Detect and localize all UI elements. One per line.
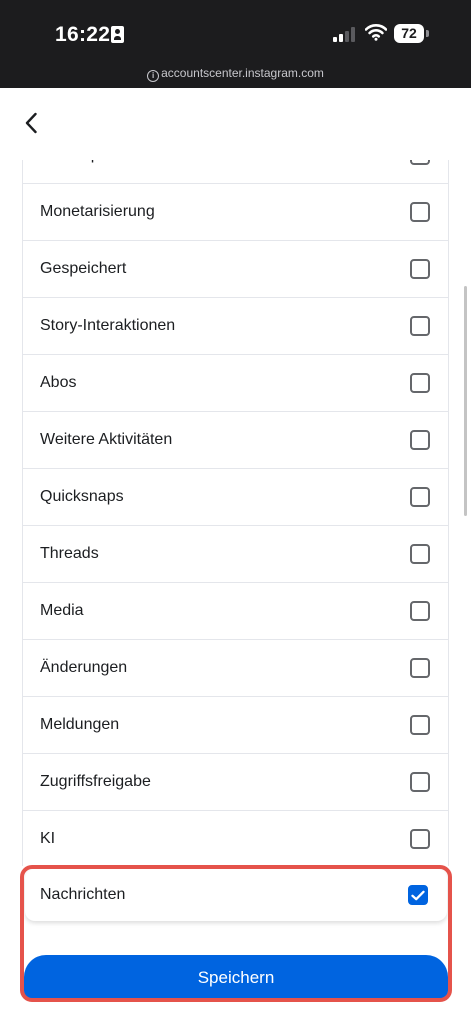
checkbox-checked[interactable] — [408, 885, 428, 905]
status-time: 16:22 — [55, 23, 111, 46]
list-item-label: Media — [40, 602, 84, 619]
status-bar: 16:22 72 i accountscenter.instagram.com — [0, 0, 471, 88]
url-bar[interactable]: i accountscenter.instagram.com — [0, 66, 471, 82]
list-item-label: Gespeichert — [40, 260, 127, 277]
list-item-label: Nachrichten — [40, 886, 126, 903]
checkbox[interactable] — [410, 658, 430, 678]
list-item-label: Threads — [40, 545, 99, 562]
list-item-label: Weitere Aktivitäten — [40, 431, 173, 448]
category-list[interactable]: Meta Spark Monetarisierung Gespeichert Stor… — [22, 160, 449, 866]
id-card-icon — [111, 26, 124, 43]
list-item-label: Monetarisierung — [40, 203, 155, 220]
checkbox[interactable] — [410, 487, 430, 507]
save-button[interactable]: Speichern — [24, 955, 448, 1001]
list-item-weitere-aktivitäten[interactable]: Weitere Aktivitäten — [23, 412, 448, 469]
list-item-label: Zugriffsfreigabe — [40, 773, 151, 790]
category-list-inner: Meta Spark Monetarisierung Gespeichert Stor… — [22, 160, 449, 866]
list-item-label: KI — [40, 830, 56, 847]
cellular-signal-icon — [333, 26, 357, 42]
wifi-icon — [365, 24, 387, 41]
checkbox[interactable] — [410, 373, 430, 393]
list-item-story-interaktionen[interactable]: Story-Interaktionen — [23, 298, 448, 355]
checkbox[interactable] — [410, 772, 430, 792]
chevron-left-icon — [25, 112, 37, 134]
checkbox[interactable] — [410, 316, 430, 336]
list-item-zugriffsfreigabe[interactable]: Zugriffsfreigabe — [23, 754, 448, 811]
url-text: accountscenter.instagram.com — [161, 66, 324, 80]
battery-icon: 72 — [394, 24, 424, 43]
checkbox[interactable] — [410, 259, 430, 279]
checkmark-icon — [411, 890, 425, 900]
list-item-abos[interactable]: Abos — [23, 355, 448, 412]
list-item-threads[interactable]: Threads — [23, 526, 448, 583]
list-item-gespeichert[interactable]: Gespeichert — [23, 241, 448, 298]
checkbox[interactable] — [410, 160, 430, 165]
list-item-label: Story-Interaktionen — [40, 317, 176, 334]
list-item-label: Abos — [40, 374, 77, 391]
checkbox[interactable] — [410, 202, 430, 222]
list-item-quicksnaps[interactable]: Quicksnaps — [23, 469, 448, 526]
list-item-label: Quicksnaps — [40, 488, 124, 505]
list-item-label: Meldungen — [40, 716, 120, 733]
checkbox[interactable] — [410, 430, 430, 450]
checkbox[interactable] — [410, 544, 430, 564]
list-item-monetarisierung[interactable]: Monetarisierung — [23, 184, 448, 241]
info-icon: i — [147, 70, 160, 82]
checkbox[interactable] — [410, 601, 430, 621]
list-item-ki[interactable]: KI — [23, 811, 448, 866]
list-item-nachrichten[interactable]: Nachrichten — [25, 869, 447, 921]
list-item-meta-spark[interactable]: Meta Spark — [23, 160, 448, 184]
list-item-label: Änderungen — [40, 659, 128, 676]
back-button[interactable] — [14, 106, 48, 140]
battery-cap — [426, 30, 429, 37]
list-item-änderungen[interactable]: Änderungen — [23, 640, 448, 697]
list-item-label: Meta Spark — [40, 160, 122, 164]
checkbox[interactable] — [410, 829, 430, 849]
checkbox[interactable] — [410, 715, 430, 735]
scrollbar[interactable] — [464, 286, 467, 516]
list-item-meldungen[interactable]: Meldungen — [23, 697, 448, 754]
list-item-media[interactable]: Media — [23, 583, 448, 640]
